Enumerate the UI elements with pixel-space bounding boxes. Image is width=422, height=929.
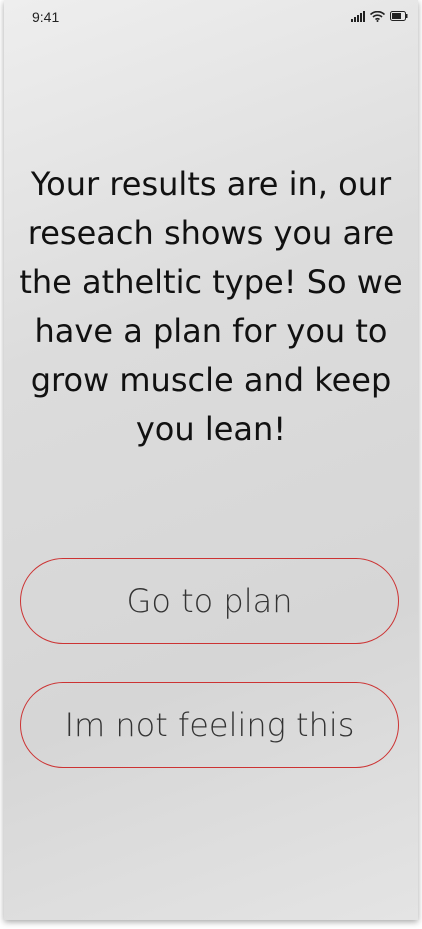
go-to-plan-button[interactable]: Go to plan: [20, 558, 399, 644]
status-time: 9:41: [32, 9, 60, 25]
status-bar: 9:41: [4, 0, 418, 34]
results-message: Your results are in, our reseach shows y…: [19, 165, 403, 448]
battery-icon: [390, 11, 408, 21]
phone-screen: 9:41 Your results are in, our reseach sh…: [4, 0, 418, 920]
status-icons: [351, 9, 408, 23]
wifi-icon: [370, 10, 385, 22]
cellular-signal-icon: [351, 10, 365, 22]
not-feeling-this-button[interactable]: Im not feeling this: [20, 682, 399, 768]
